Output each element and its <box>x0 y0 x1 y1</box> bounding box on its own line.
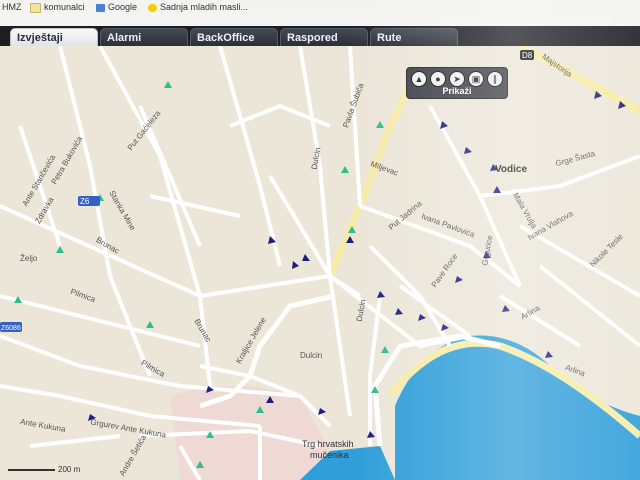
tab-izvjestaji[interactable]: Izvještaji <box>10 28 98 46</box>
route-label-z6086: Z6086 <box>1 325 21 332</box>
folder-icon <box>30 2 41 13</box>
tab-label: Rute <box>377 32 402 44</box>
bookmark-label: Google <box>108 2 138 12</box>
google-icon <box>96 3 105 12</box>
street-label: Dulcin <box>300 351 323 360</box>
route-label-d8: D8 <box>522 51 533 60</box>
bookmark-label: komunalci <box>44 2 85 12</box>
pin-icon[interactable]: ● <box>430 71 446 87</box>
bookmark-icon <box>148 3 157 12</box>
map-view[interactable]: D8 Z6 Z6086 Vodice Trg hrvatskih mučenik… <box>0 46 640 480</box>
place-label-square: Trg hrvatskih <box>302 439 354 449</box>
bookmark-google[interactable]: Google <box>96 1 137 13</box>
map-canvas: D8 Z6 Z6086 <box>0 46 640 480</box>
layers-icon[interactable]: ▣ <box>468 71 484 87</box>
bookmark-label: HMZ <box>2 2 22 12</box>
place-label-vodice: Vodice <box>495 164 528 175</box>
tab-label: BackOffice <box>197 32 255 44</box>
tab-label: Raspored <box>287 32 338 44</box>
place-label-square-2: mučenika <box>310 450 349 460</box>
map-controls-label: Prikaži <box>442 86 472 96</box>
map-controls: ▲ ● ➤ ▣ ∥ Prikaži <box>406 67 508 99</box>
route-label-z6: Z6 <box>80 197 90 206</box>
road-icon[interactable]: ∥ <box>487 71 503 87</box>
compass-icon[interactable]: ▲ <box>411 71 427 87</box>
cursor-icon[interactable]: ➤ <box>449 71 465 87</box>
bookmark-hmz[interactable]: HMZ <box>2 1 22 13</box>
street-label: Željo <box>20 254 38 263</box>
tab-rute[interactable]: Rute <box>370 28 458 46</box>
tab-alarmi[interactable]: Alarmi <box>100 28 188 46</box>
tab-raspored[interactable]: Raspored <box>280 28 368 46</box>
bookmark-label: Sadnja mladih masli... <box>160 2 249 12</box>
highway-d8 <box>518 46 640 115</box>
bookmarks-bar: HMZ komunalci Google Sadnja mladih masli… <box>0 0 640 15</box>
scale-label: 200 m <box>58 465 81 474</box>
tab-label: Izvještaji <box>17 32 63 44</box>
tab-label: Alarmi <box>107 32 142 44</box>
bookmark-sadnja[interactable]: Sadnja mladih masli... <box>148 1 248 13</box>
tab-backoffice[interactable]: BackOffice <box>190 28 278 46</box>
bookmark-komunalci[interactable]: komunalci <box>30 1 85 13</box>
